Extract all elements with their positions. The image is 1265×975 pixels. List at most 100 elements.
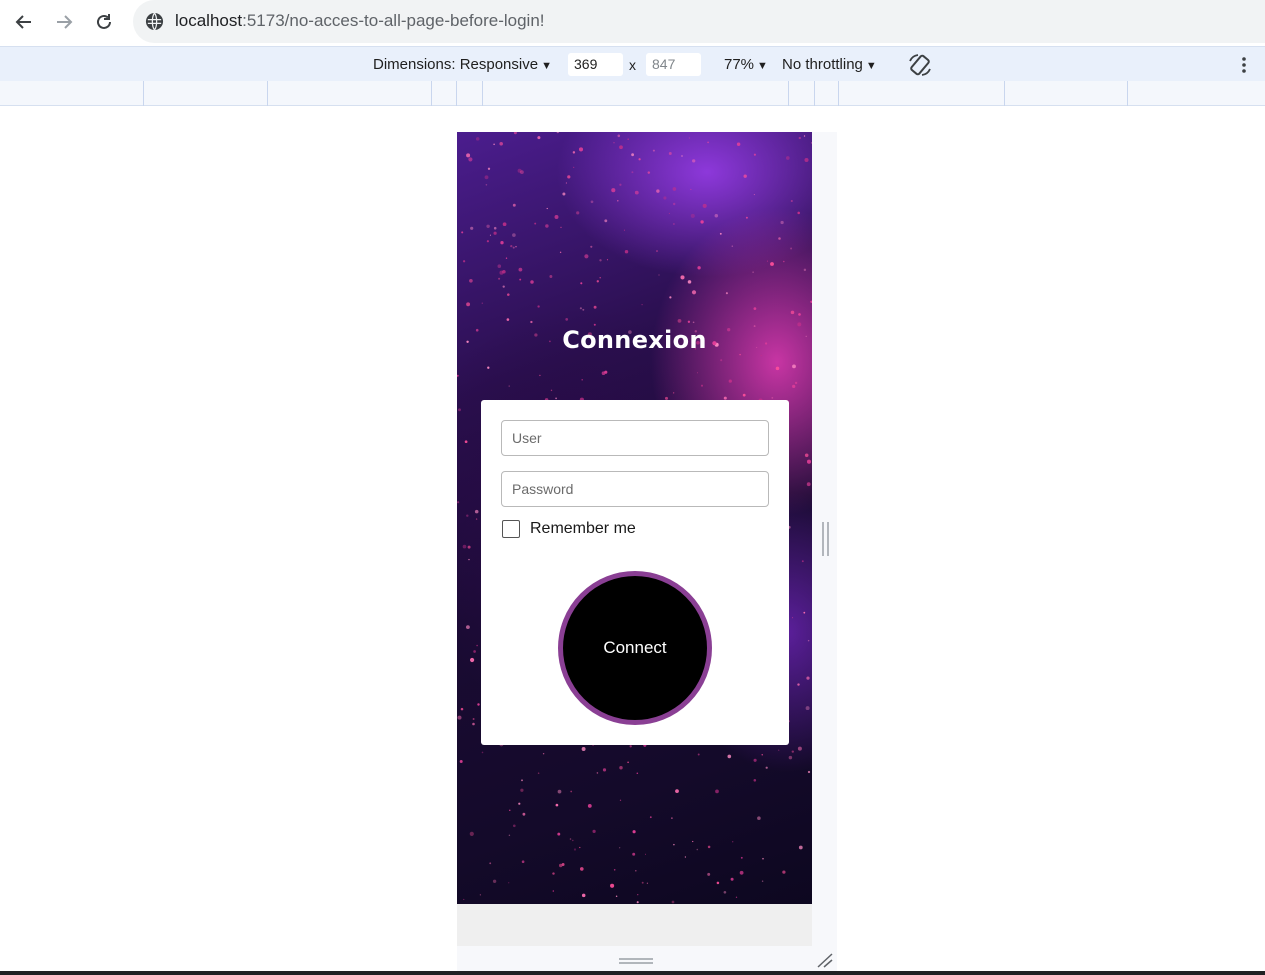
speckle-dot bbox=[782, 870, 786, 874]
user-input[interactable] bbox=[501, 420, 769, 456]
speckle-dot bbox=[631, 171, 634, 174]
media-query-marker[interactable] bbox=[267, 81, 268, 106]
password-input[interactable] bbox=[501, 471, 769, 507]
speckle-dot bbox=[675, 789, 679, 793]
resize-handle-bottom[interactable] bbox=[619, 957, 653, 965]
speckle-dot bbox=[673, 392, 675, 394]
dimensions-label: Dimensions: Responsive bbox=[373, 56, 539, 73]
media-query-marker[interactable] bbox=[456, 81, 457, 106]
speckle-dot bbox=[457, 501, 460, 504]
speckle-dot bbox=[804, 157, 809, 163]
resize-handle-right[interactable] bbox=[821, 522, 830, 556]
speckle-dot bbox=[761, 754, 763, 756]
dimensions-dropdown[interactable]: Dimensions: Responsive ▼ bbox=[373, 56, 552, 73]
speckle-dot bbox=[803, 135, 806, 137]
speckle-dot bbox=[558, 863, 563, 868]
media-query-marker[interactable] bbox=[814, 81, 815, 106]
media-query-marker[interactable] bbox=[431, 81, 432, 106]
speckle-dot bbox=[467, 545, 471, 549]
speckle-dot bbox=[707, 141, 709, 144]
connect-button[interactable]: Connect bbox=[558, 571, 712, 725]
speckle-dot bbox=[753, 307, 757, 310]
speckle-dot bbox=[466, 514, 469, 517]
dropdown-triangle-icon: ▼ bbox=[865, 60, 877, 72]
speckle-dot bbox=[714, 214, 719, 218]
speckle-dot bbox=[743, 174, 747, 178]
speckle-dot bbox=[489, 234, 491, 236]
speckle-dot bbox=[493, 231, 497, 235]
speckle-dot bbox=[798, 136, 801, 140]
speckle-dot bbox=[508, 385, 510, 387]
speckle-dot bbox=[752, 271, 754, 273]
speckle-dot bbox=[457, 715, 462, 720]
speckle-dot bbox=[560, 226, 562, 229]
speckle-dot bbox=[680, 275, 685, 280]
speckle-dot bbox=[506, 318, 510, 321]
speckle-dot bbox=[572, 151, 576, 154]
speckle-dot bbox=[499, 142, 503, 146]
speckle-dot bbox=[791, 750, 794, 753]
remember-me-checkbox[interactable] bbox=[502, 520, 520, 538]
forward-button[interactable] bbox=[50, 8, 78, 36]
speckle-dot bbox=[587, 803, 592, 808]
speckle-dot bbox=[565, 318, 569, 321]
speckle-dot bbox=[466, 153, 471, 158]
address-bar[interactable]: localhost:5173/no-acces-to-all-page-befo… bbox=[133, 0, 1265, 43]
rotate-icon[interactable] bbox=[907, 52, 933, 78]
site-info-icon[interactable] bbox=[145, 12, 164, 31]
media-query-marker[interactable] bbox=[1127, 81, 1128, 106]
speckle-dot bbox=[677, 319, 682, 323]
speckle-dot bbox=[519, 170, 524, 175]
speckle-dot bbox=[671, 817, 673, 819]
reload-button[interactable] bbox=[90, 8, 118, 36]
speckle-dot bbox=[562, 192, 566, 196]
speckle-dot bbox=[537, 305, 540, 308]
height-input[interactable]: 847 bbox=[646, 53, 701, 76]
speckle-dot bbox=[775, 366, 780, 371]
speckle-dot bbox=[475, 137, 480, 141]
speckle-dot bbox=[627, 761, 629, 764]
speckle-dot bbox=[546, 207, 548, 210]
width-input[interactable]: 369 bbox=[568, 53, 623, 76]
media-query-marker[interactable] bbox=[788, 81, 789, 106]
speckle-dot bbox=[810, 142, 812, 144]
speckle-dot bbox=[696, 372, 699, 374]
speckle-dot bbox=[472, 718, 475, 720]
speckle-dot bbox=[740, 856, 743, 859]
speckle-dot bbox=[593, 305, 597, 309]
media-query-marker[interactable] bbox=[1004, 81, 1005, 106]
speckle-dot bbox=[468, 558, 470, 561]
speckle-dot bbox=[792, 364, 796, 369]
speckle-dot bbox=[731, 245, 734, 247]
speckle-dot bbox=[725, 292, 728, 295]
speckle-dot bbox=[579, 867, 584, 871]
resize-corner-icon[interactable] bbox=[816, 952, 834, 968]
speckle-dot bbox=[573, 848, 577, 851]
speckle-dot bbox=[681, 155, 683, 157]
speckle-dot bbox=[508, 882, 510, 884]
speckle-dot bbox=[557, 789, 562, 794]
zoom-dropdown[interactable]: 77% ▼ bbox=[724, 56, 768, 73]
speckle-dot bbox=[790, 247, 793, 250]
speckle-dot bbox=[584, 254, 589, 259]
media-query-marker[interactable] bbox=[838, 81, 839, 106]
media-query-marker[interactable] bbox=[143, 81, 144, 106]
speckle-dot bbox=[512, 203, 516, 207]
speckle-dot bbox=[474, 509, 479, 514]
speckle-dot bbox=[581, 379, 583, 381]
media-query-marker[interactable] bbox=[482, 81, 483, 106]
speckle-dot bbox=[636, 901, 639, 904]
speckle-dot bbox=[464, 440, 468, 444]
speckle-dot bbox=[692, 321, 695, 324]
speckle-dot bbox=[515, 245, 517, 248]
media-query-bar[interactable] bbox=[0, 81, 1265, 106]
throttling-dropdown[interactable]: No throttling ▼ bbox=[782, 56, 877, 73]
back-button[interactable] bbox=[10, 8, 38, 36]
more-options-icon[interactable] bbox=[1236, 55, 1252, 75]
speckle-dot bbox=[509, 809, 511, 811]
remember-me-row[interactable]: Remember me bbox=[502, 520, 636, 538]
speckle-dot bbox=[475, 518, 478, 520]
speckle-dot bbox=[785, 156, 790, 160]
speckle-dot bbox=[466, 302, 471, 307]
speckle-dot bbox=[732, 841, 734, 843]
